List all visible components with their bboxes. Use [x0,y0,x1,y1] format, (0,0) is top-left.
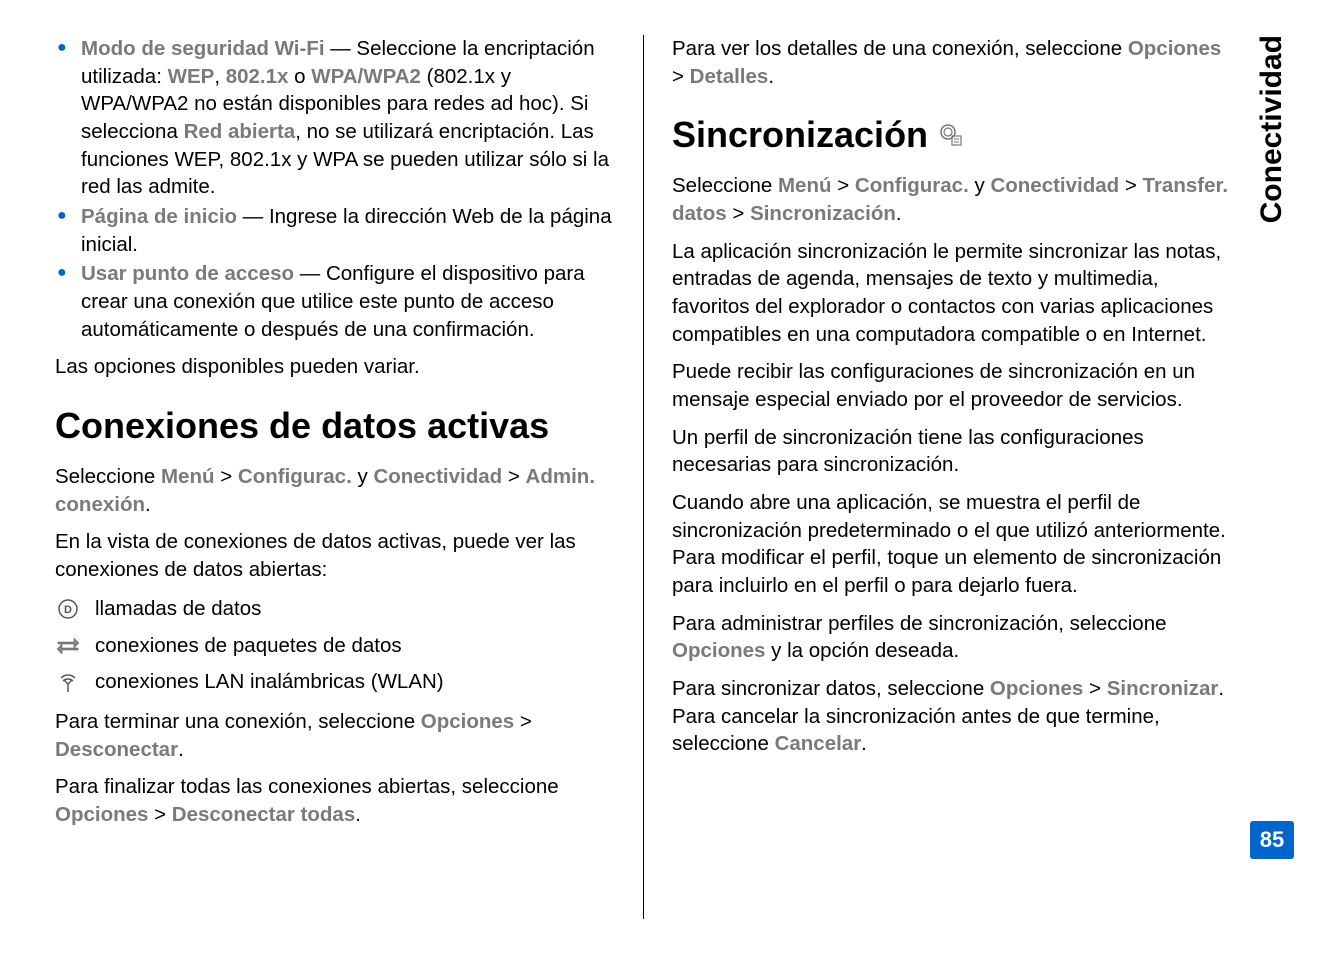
list-item: conexiones de paquetes de datos [55,631,615,662]
sync-icon [938,122,964,148]
nav-path: Seleccione Menú > Configurac. y Conectiv… [55,463,615,518]
settings-bullet-list: Modo de seguridad Wi-Fi — Seleccione la … [55,35,615,343]
sync-profile-default: Cuando abre una aplicación, se muestra e… [672,489,1232,600]
sync-config-message: Puede recibir las configuraciones de sin… [672,358,1232,413]
connection-icon-list: D llamadas de datos conexiones de paquet… [55,594,615,698]
manage-profiles: Para administrar perfiles de sincronizac… [672,610,1232,665]
sync-description: La aplicación sincronización le permite … [672,238,1232,349]
setting-term: Página de inicio [81,205,237,228]
manual-page: Modo de seguridad Wi-Fi — Seleccione la … [0,0,1322,954]
left-column: Modo de seguridad Wi-Fi — Seleccione la … [55,35,644,919]
list-item: Usar punto de acceso — Configure el disp… [55,260,615,343]
nav-path: Seleccione Menú > Configurac. y Conectiv… [672,172,1232,227]
list-item: D llamadas de datos [55,594,615,625]
page-sidebar: Conectividad 85 [1242,35,1302,919]
terminate-all-connections: Para finalizar todas las conexiones abie… [55,773,615,828]
list-item: conexiones LAN inalámbricas (WLAN) [55,667,615,698]
sync-data: Para sincronizar datos, seleccione Opcio… [672,675,1232,758]
intro-text: En la vista de conexiones de datos activ… [55,528,615,583]
data-call-icon: D [55,596,81,622]
section-label: Conectividad [1255,35,1289,223]
setting-term: Modo de seguridad Wi-Fi [81,37,325,60]
terminate-connection: Para terminar una conexión, seleccione O… [55,708,615,763]
sync-profile-info: Un perfil de sincronización tiene las co… [672,424,1232,479]
list-item: Página de inicio — Ingrese la dirección … [55,203,615,258]
page-number: 85 [1250,821,1294,859]
setting-term: Usar punto de acceso [81,262,294,285]
right-column: Para ver los detalles de una conexión, s… [644,35,1242,919]
heading-sync: Sincronización [672,114,1232,156]
list-item: Modo de seguridad Wi-Fi — Seleccione la … [55,35,615,201]
connection-details: Para ver los detalles de una conexión, s… [672,35,1232,90]
wlan-icon [55,670,81,696]
packet-data-icon [55,633,81,659]
options-vary-note: Las opciones disponibles pueden variar. [55,353,615,381]
svg-text:D: D [64,604,72,616]
heading-active-data-connections: Conexiones de datos activas [55,405,615,447]
